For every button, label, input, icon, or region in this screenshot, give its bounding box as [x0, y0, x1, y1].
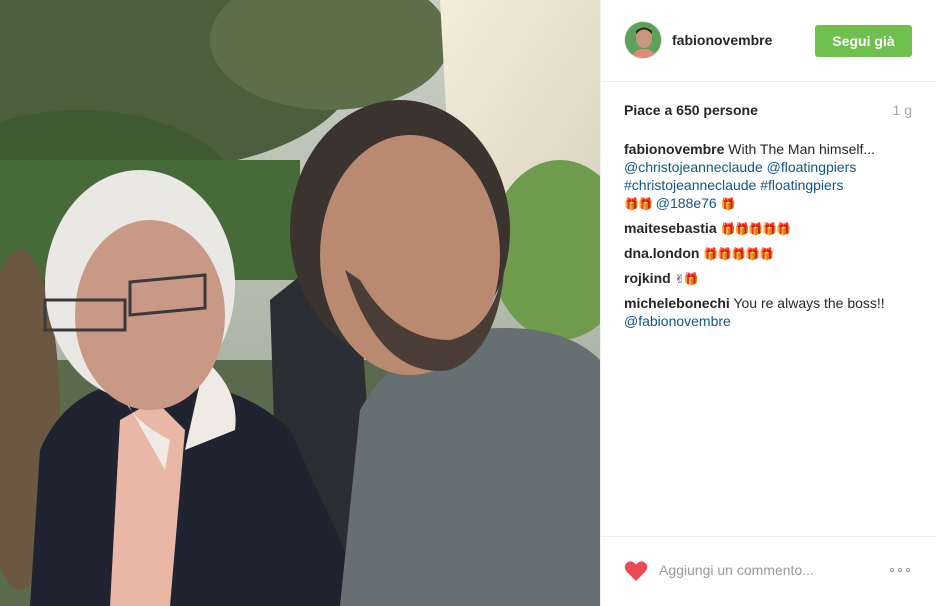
- hashtag-link[interactable]: #christojeanneclaude: [624, 177, 756, 193]
- comments-list: fabionovembre With The Man himself... @c…: [624, 140, 919, 336]
- heart-icon[interactable]: [624, 560, 648, 582]
- comment: rojkind ✌🎁: [624, 269, 919, 288]
- emoji-text: 🎁: [720, 197, 736, 211]
- following-button[interactable]: Segui già: [815, 25, 912, 57]
- comment-text: ✌🎁: [674, 272, 699, 286]
- post-header: fabionovembre Segui già: [601, 0, 936, 82]
- comment-user[interactable]: rojkind: [624, 270, 671, 286]
- mention-link[interactable]: @188e76: [656, 195, 717, 211]
- comment-user[interactable]: michelebonechi: [624, 295, 730, 311]
- comment-user[interactable]: dna.london: [624, 245, 699, 261]
- username[interactable]: fabionovembre: [672, 32, 772, 48]
- comment: dna.london 🎁🎁🎁🎁🎁: [624, 244, 919, 263]
- mention-link[interactable]: @christojeanneclaude: [624, 159, 763, 175]
- comment: maitesebastia 🎁🎁🎁🎁🎁: [624, 219, 919, 238]
- dot-icon: [890, 568, 894, 572]
- mention-link[interactable]: @fabionovembre: [624, 313, 731, 329]
- caption: fabionovembre With The Man himself... @c…: [624, 140, 919, 213]
- comment-text: With The Man himself...: [728, 141, 876, 157]
- mention-link[interactable]: @floatingpiers: [767, 159, 857, 175]
- comment: michelebonechi You re always the boss!! …: [624, 294, 919, 330]
- dot-icon: [906, 568, 910, 572]
- hashtag-link[interactable]: #floatingpiers: [760, 177, 843, 193]
- post-time[interactable]: 1 g: [893, 102, 912, 118]
- more-options-icon[interactable]: [885, 561, 915, 579]
- comment-user[interactable]: maitesebastia: [624, 220, 717, 236]
- add-comment-bar: [601, 536, 936, 606]
- likes-count[interactable]: Piace a 650 persone: [624, 102, 758, 118]
- avatar[interactable]: [624, 21, 662, 59]
- dot-icon: [898, 568, 902, 572]
- comment-text: You re always the boss!!: [733, 295, 885, 311]
- comment-text: 🎁🎁🎁🎁🎁: [703, 247, 774, 261]
- comment-text: 🎁🎁🎁🎁🎁: [720, 222, 792, 236]
- comment-input[interactable]: [659, 559, 879, 581]
- emoji-text: 🎁🎁: [624, 197, 653, 211]
- post-photo[interactable]: [0, 0, 600, 606]
- comment-user[interactable]: fabionovembre: [624, 141, 724, 157]
- post-sidebar: fabionovembre Segui già Piace a 650 pers…: [600, 0, 936, 606]
- likes-row: Piace a 650 persone 1 g: [624, 102, 912, 120]
